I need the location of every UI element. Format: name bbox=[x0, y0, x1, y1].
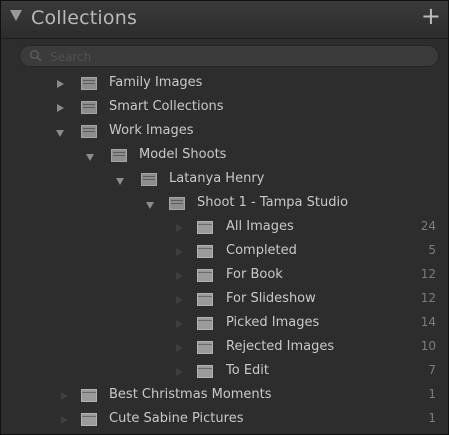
collection-set-work-images[interactable]: Work Images bbox=[1, 120, 448, 144]
search-input[interactable] bbox=[48, 48, 432, 66]
collection-set-icon bbox=[81, 125, 97, 138]
image-count: 7 bbox=[428, 363, 436, 377]
image-count: 10 bbox=[420, 339, 436, 353]
search-icon[interactable] bbox=[29, 49, 43, 63]
collection-label: Rejected Images bbox=[226, 339, 335, 354]
expand-triangle-icon bbox=[176, 344, 183, 352]
collections-panel: Collections + Family Images Smart Collec… bbox=[0, 0, 449, 435]
collection-set-model-shoots[interactable]: Model Shoots bbox=[1, 144, 448, 168]
collection-label: Picked Images bbox=[226, 315, 320, 330]
panel-title: Collections bbox=[31, 7, 138, 29]
search-field[interactable] bbox=[19, 45, 439, 67]
collection-label: Smart Collections bbox=[109, 99, 224, 114]
collection-icon bbox=[197, 245, 213, 258]
collection-label: To Edit bbox=[226, 363, 269, 378]
collections-tree: Family Images Smart Collections Work Ima… bbox=[1, 72, 448, 432]
collection-icon bbox=[81, 389, 97, 402]
collection-icon bbox=[81, 413, 97, 426]
collection-set-shoot-1[interactable]: Shoot 1 - Tampa Studio bbox=[1, 192, 448, 216]
collection-set-family-images[interactable]: Family Images bbox=[1, 72, 448, 96]
collection-label: Work Images bbox=[109, 123, 194, 138]
collection-icon bbox=[197, 293, 213, 306]
collection-label: For Book bbox=[226, 267, 283, 282]
collection-set-icon bbox=[169, 197, 185, 210]
collection-icon bbox=[197, 365, 213, 378]
image-count: 12 bbox=[420, 291, 436, 305]
collection-label: Family Images bbox=[109, 75, 203, 90]
collection-set-smart-collections[interactable]: Smart Collections bbox=[1, 96, 448, 120]
collection-icon bbox=[197, 341, 213, 354]
collection-set-latanya-henry[interactable]: Latanya Henry bbox=[1, 168, 448, 192]
collapse-triangle-icon[interactable] bbox=[86, 154, 94, 161]
collection-set-icon bbox=[141, 173, 157, 186]
panel-header[interactable]: Collections + bbox=[1, 1, 448, 39]
image-count: 1 bbox=[428, 411, 436, 425]
collection-completed[interactable]: Completed 5 bbox=[1, 240, 448, 264]
collection-best-christmas-moments[interactable]: Best Christmas Moments 1 bbox=[1, 384, 448, 408]
image-count: 1 bbox=[428, 387, 436, 401]
expand-triangle-icon bbox=[61, 392, 68, 400]
collection-label: For Slideshow bbox=[226, 291, 316, 306]
collection-label: Model Shoots bbox=[139, 147, 227, 162]
collection-icon bbox=[197, 317, 213, 330]
collection-label: Cute Sabine Pictures bbox=[109, 411, 244, 426]
expand-triangle-icon bbox=[176, 368, 183, 376]
collection-all-images[interactable]: All Images 24 bbox=[1, 216, 448, 240]
collection-icon bbox=[197, 221, 213, 234]
image-count: 14 bbox=[420, 315, 436, 329]
expand-triangle-icon bbox=[176, 248, 183, 256]
expand-triangle-icon bbox=[176, 272, 183, 280]
collection-label: All Images bbox=[226, 219, 294, 234]
collection-icon bbox=[197, 269, 213, 282]
collection-label: Shoot 1 - Tampa Studio bbox=[197, 195, 349, 210]
collection-to-edit[interactable]: To Edit 7 bbox=[1, 360, 448, 384]
expand-triangle-icon[interactable] bbox=[57, 104, 64, 112]
collapse-triangle-icon[interactable] bbox=[56, 130, 64, 137]
collection-rejected-images[interactable]: Rejected Images 10 bbox=[1, 336, 448, 360]
collection-label: Latanya Henry bbox=[169, 171, 265, 186]
expand-triangle-icon bbox=[176, 224, 183, 232]
collapse-triangle-icon[interactable] bbox=[146, 202, 154, 209]
image-count: 24 bbox=[420, 219, 436, 233]
expand-triangle-icon bbox=[176, 320, 183, 328]
collection-cute-sabine-pictures[interactable]: Cute Sabine Pictures 1 bbox=[1, 408, 448, 432]
collapse-triangle-icon[interactable] bbox=[116, 178, 124, 185]
add-collection-button[interactable]: + bbox=[421, 4, 441, 28]
expand-triangle-icon bbox=[61, 416, 68, 424]
collection-set-icon bbox=[111, 149, 127, 162]
image-count: 5 bbox=[428, 243, 436, 257]
collection-label: Completed bbox=[226, 243, 297, 258]
image-count: 12 bbox=[420, 267, 436, 281]
collection-for-slideshow[interactable]: For Slideshow 12 bbox=[1, 288, 448, 312]
collection-label: Best Christmas Moments bbox=[109, 387, 272, 402]
collapse-triangle-icon[interactable] bbox=[10, 10, 22, 21]
collection-for-book[interactable]: For Book 12 bbox=[1, 264, 448, 288]
expand-triangle-icon bbox=[176, 296, 183, 304]
collection-set-icon bbox=[81, 77, 97, 90]
collection-picked-images[interactable]: Picked Images 14 bbox=[1, 312, 448, 336]
collection-set-icon bbox=[81, 101, 97, 114]
expand-triangle-icon[interactable] bbox=[57, 80, 64, 88]
